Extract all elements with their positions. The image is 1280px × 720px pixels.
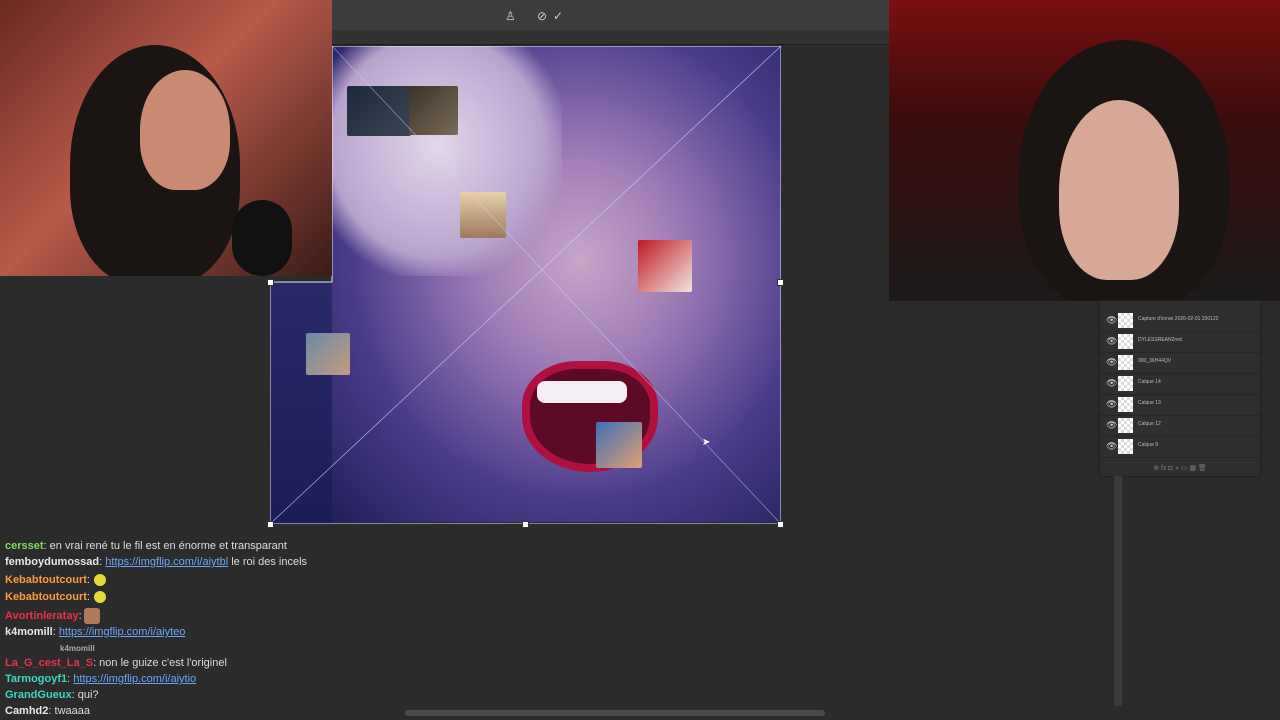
layer-name: 000_36H44QV	[1138, 358, 1172, 364]
thumbnail-cap-man[interactable]	[409, 86, 458, 135]
chat-username[interactable]: Tarmogoyf1	[5, 673, 67, 685]
chat-message: femboydumossad: https://imgflip.com/i/ai…	[5, 556, 307, 568]
visibility-eye-icon[interactable]: 👁	[1106, 420, 1117, 431]
chat-separator: :	[86, 591, 90, 603]
chat-panel: cersset: en vrai rené tu le fil est en é…	[0, 538, 880, 720]
visibility-eye-icon[interactable]: 👁	[1106, 441, 1117, 452]
chat-text: en vrai rené tu le fil est en énorme et …	[46, 540, 287, 552]
chat-username[interactable]: femboydumossad	[5, 556, 99, 568]
layer-row[interactable]: 👁 000_36H44QV	[1100, 352, 1260, 374]
chat-username[interactable]: Kebabtoutcourt	[5, 574, 87, 586]
chat-link[interactable]: https://imgflip.com/i/aiytbl	[105, 556, 228, 568]
layer-row[interactable]: 👁 Calque 13	[1100, 394, 1260, 416]
layer-thumbnail	[1118, 334, 1133, 349]
transform-handle[interactable]	[777, 279, 784, 286]
chat-text: non le guize c'est l'originel	[96, 657, 227, 669]
chat-message: Kebabtoutcourt:	[5, 574, 106, 587]
emote-icon	[93, 591, 106, 604]
chat-separator: :	[78, 609, 82, 622]
canvas-image-left-strip	[270, 282, 332, 524]
thumbnail-two-men[interactable]	[347, 86, 411, 136]
layer-thumbnail	[1118, 355, 1133, 370]
chat-link[interactable]: https://imgflip.com/i/aiytio	[73, 673, 196, 685]
panel-scrollbar[interactable]	[1114, 476, 1122, 706]
chat-reply-label: k4momill	[60, 644, 95, 653]
microphone-shape	[232, 200, 292, 276]
chat-message: Tarmogoyf1: https://imgflip.com/i/aiytio	[5, 673, 196, 685]
commit-icon[interactable]: ✓	[553, 9, 563, 23]
thumbnail-blonde-woman[interactable]	[460, 192, 506, 238]
ruler	[330, 30, 890, 45]
layer-name: DYLESSREAN2red	[1138, 337, 1182, 343]
layer-row[interactable]: 👁 Capture d'écran 2026-02-01 200122	[1100, 310, 1260, 332]
layer-name: Calque 12	[1138, 421, 1161, 427]
chat-message: Avortinleratay:	[5, 608, 100, 624]
chat-text: qui?	[74, 689, 99, 701]
layer-name: Capture d'écran 2026-02-01 200122	[1138, 316, 1219, 322]
streamer-webcam-left	[0, 0, 332, 276]
layer-row[interactable]: 👁 Calque 14	[1100, 373, 1260, 395]
layer-thumbnail	[1118, 439, 1133, 454]
chat-separator: :	[52, 626, 56, 638]
options-bar: ♙ ⊘ ✓	[330, 0, 890, 31]
layer-name: Calque 9	[1138, 442, 1159, 448]
chat-message: k4momill: https://imgflip.com/i/aiyteo	[5, 626, 185, 638]
cancel-icon[interactable]: ⊘	[537, 9, 547, 23]
chat-text: le roi des incels	[228, 556, 308, 568]
chat-link[interactable]: https://imgflip.com/i/aiyteo	[59, 626, 186, 638]
mouse-cursor-icon: ➤	[702, 437, 711, 448]
chat-separator: :	[86, 574, 90, 586]
layer-name: Calque 13	[1138, 400, 1161, 406]
chat-text: twaaaa	[51, 705, 90, 717]
chat-username[interactable]: Camhd2	[5, 705, 48, 717]
thumbnail-bearded-man[interactable]	[306, 333, 350, 375]
visibility-eye-icon[interactable]: 👁	[1106, 378, 1117, 389]
streamer-webcam-right	[889, 0, 1280, 301]
chat-separator: :	[99, 556, 103, 568]
layers-panel: 👁 Capture d'écran 2026-02-01 200122 👁 DYLES…	[1099, 300, 1261, 477]
transform-handle[interactable]	[267, 279, 274, 286]
hair-highlight	[332, 46, 562, 276]
chat-message: GrandGueux: qui?	[5, 689, 99, 701]
chat-message: cersset: en vrai rené tu le fil est en é…	[5, 540, 287, 552]
emote-icon	[93, 574, 106, 587]
transform-handle[interactable]	[777, 521, 784, 528]
visibility-eye-icon[interactable]: 👁	[1106, 399, 1117, 410]
layer-row[interactable]: 👁 Calque 12	[1100, 415, 1260, 437]
layer-thumbnail	[1118, 313, 1133, 328]
chat-message: Camhd2: twaaaa	[5, 705, 90, 717]
layer-row[interactable]: 👁 Calque 9	[1100, 436, 1260, 458]
chat-username[interactable]: GrandGueux	[5, 689, 72, 701]
emote-image-icon	[83, 608, 100, 624]
horizontal-scrollbar[interactable]	[405, 710, 825, 716]
chat-separator: :	[67, 673, 71, 685]
visibility-eye-icon[interactable]: 👁	[1106, 336, 1117, 347]
layer-row[interactable]: 👁 DYLESSREAN2red	[1100, 331, 1260, 353]
chat-message: La_G_cest_La_S: non le guize c'est l'ori…	[5, 657, 227, 669]
layer-thumbnail	[1118, 376, 1133, 391]
transform-handle[interactable]	[522, 521, 529, 528]
layer-thumbnail	[1118, 397, 1133, 412]
chat-username[interactable]: Kebabtoutcourt	[5, 591, 87, 603]
layers-footer-icons[interactable]: ⊕ fx ◘ ◑ ▭ ▦ 🗑	[1100, 462, 1260, 476]
layer-thumbnail	[1118, 418, 1133, 433]
chat-username[interactable]: cersset	[5, 540, 44, 552]
thumbnail-hood-man[interactable]	[638, 240, 692, 292]
chat-username[interactable]: Avortinleratay	[5, 610, 79, 622]
teeth-shape	[537, 381, 627, 403]
chat-message: Kebabtoutcourt:	[5, 591, 106, 604]
visibility-eye-icon[interactable]: 👁	[1106, 357, 1117, 368]
chat-username[interactable]: k4momill	[5, 626, 53, 638]
layer-name: Calque 14	[1138, 379, 1161, 385]
warp-icon[interactable]: ♙	[505, 9, 516, 23]
visibility-eye-icon[interactable]: 👁	[1106, 315, 1117, 326]
chat-username[interactable]: La_G_cest_La_S	[5, 657, 93, 669]
transform-handle[interactable]	[267, 521, 274, 528]
thumbnail-cartoon-avatar[interactable]	[596, 422, 642, 468]
